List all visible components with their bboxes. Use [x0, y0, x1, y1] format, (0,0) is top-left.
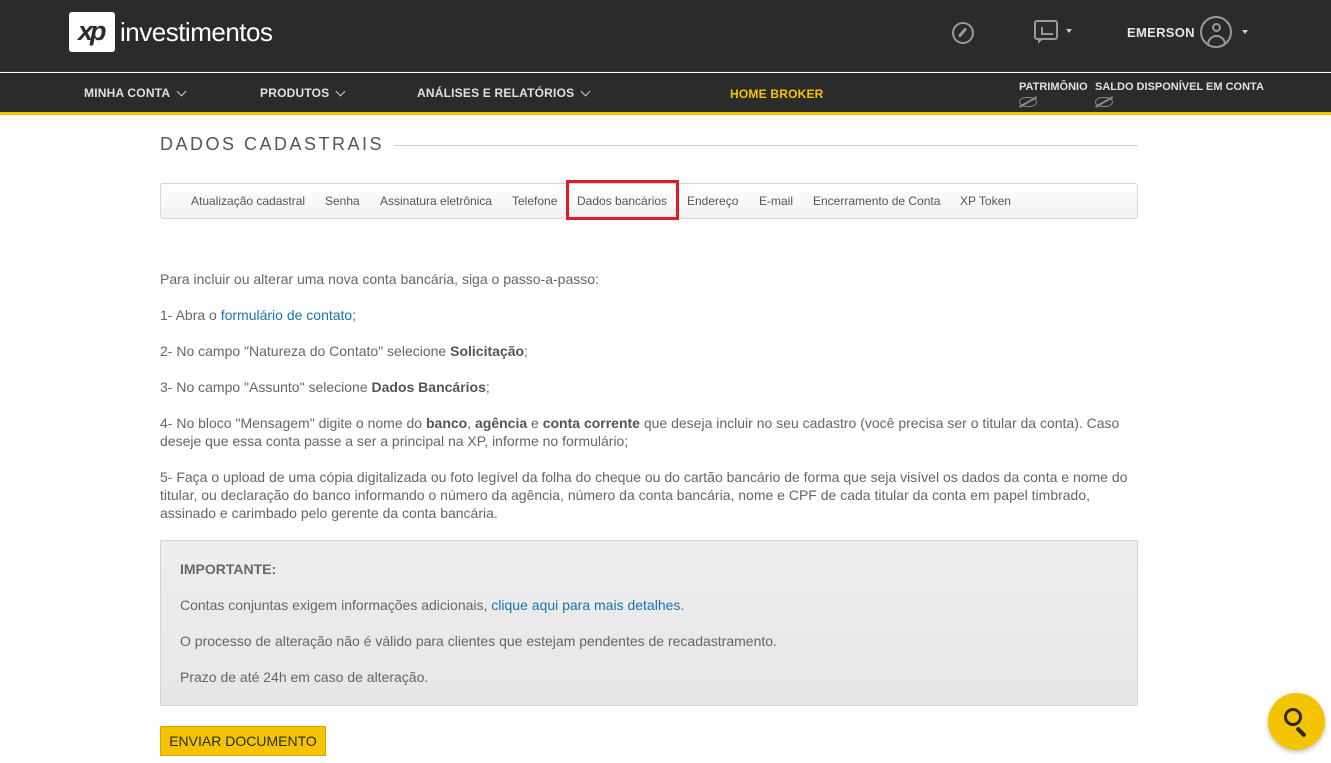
user-menu-caret-icon[interactable]: [1242, 30, 1248, 34]
step-3: 3- No campo "Assunto" selecione Dados Ba…: [160, 378, 1138, 396]
step-5: 5- Faça o upload de uma cópia digitaliza…: [160, 469, 1128, 521]
notice-line-1-prefix: Contas conjuntas exigem informações adic…: [180, 597, 492, 613]
chevron-down-icon: [580, 86, 591, 96]
nav-analises-label: ANÁLISES E RELATÓRIOS: [417, 86, 575, 100]
saldo-balance: SALDO DISPONÍVEL EM CONTA: [1095, 81, 1264, 107]
contact-form-link[interactable]: formulário de contato: [221, 307, 353, 323]
chat-caret-icon[interactable]: [1066, 29, 1072, 33]
avatar-icon[interactable]: [1200, 16, 1232, 48]
notice-heading: IMPORTANTE:: [180, 561, 276, 577]
step-4-a: 4- No bloco "Mensagem" digite o nome do: [160, 415, 426, 431]
step-2: 2- No campo "Natureza do Contato" seleci…: [160, 342, 1138, 360]
nav-home-broker[interactable]: HOME BROKER: [730, 87, 824, 101]
title-divider: [367, 145, 1138, 146]
top-header: xp investimentos EMERSON: [0, 0, 1331, 72]
step-4-d: e: [527, 415, 543, 431]
tab-endereco[interactable]: Endereço: [687, 194, 738, 208]
page-title-row: DADOS CADASTRAIS: [160, 134, 1138, 156]
step-2-suffix: ;: [524, 343, 528, 359]
tab-dados-bancarios[interactable]: Dados bancários: [577, 194, 667, 208]
step-4-banco: banco: [425, 415, 468, 431]
avatar-body: [1207, 35, 1226, 46]
tab-email[interactable]: E-mail: [759, 194, 793, 208]
intro-text: Para incluir ou alterar uma nova conta b…: [160, 271, 599, 287]
notice-line-1-suffix: .: [680, 597, 685, 613]
avatar-head: [1212, 23, 1221, 32]
main-nav: MINHA CONTA PRODUTOS ANÁLISES E RELATÓRI…: [0, 73, 1331, 115]
step-1-suffix: ;: [352, 307, 357, 323]
step-4-conta-corrente: conta corrente: [542, 415, 640, 431]
page-title: DADOS CADASTRAIS: [160, 134, 395, 155]
nav-produtos[interactable]: PRODUTOS: [260, 86, 346, 100]
tab-encerramento-de-conta[interactable]: Encerramento de Conta: [813, 194, 940, 208]
search-icon-handle: [1295, 726, 1307, 738]
chat-icon-tail: [1038, 38, 1044, 44]
tab-atualizacao-cadastral[interactable]: Atualização cadastral: [191, 194, 305, 208]
notice-heading-text: IMPORTANTE:: [180, 561, 277, 577]
tab-xp-token[interactable]: XP Token: [960, 194, 1011, 208]
chevron-down-icon: [176, 86, 187, 96]
nav-minha-conta[interactable]: MINHA CONTA: [84, 86, 187, 100]
nav-analises[interactable]: ANÁLISES E RELATÓRIOS: [417, 86, 591, 100]
joint-accounts-details-link[interactable]: clique aqui para mais detalhes: [491, 597, 680, 613]
patrimonio-balance: PATRIMÔNIO: [1019, 81, 1088, 107]
step-2-prefix: 2- No campo "Natureza do Contato" seleci…: [160, 343, 451, 359]
logo-text: investimentos: [120, 16, 273, 47]
step-4: 4- No bloco "Mensagem" digite o nome do …: [160, 414, 1138, 450]
step-3-bold: Dados Bancários: [371, 379, 486, 395]
tab-senha[interactable]: Senha: [325, 194, 360, 208]
eye-hidden-icon[interactable]: [1095, 97, 1113, 107]
chat-icon-box: [1034, 20, 1058, 40]
step-1-prefix: 1- Abra o: [160, 307, 221, 323]
important-notice: IMPORTANTE: Contas conjuntas exigem info…: [160, 540, 1138, 706]
eye-hidden-icon[interactable]: [1019, 97, 1037, 107]
send-document-button[interactable]: ENVIAR DOCUMENTO: [160, 726, 326, 756]
notice-line-3: Prazo de até 24h em caso de alteração.: [180, 669, 429, 685]
nav-produtos-label: PRODUTOS: [260, 86, 330, 100]
nav-minha-conta-label: MINHA CONTA: [84, 86, 171, 100]
step-3-prefix: 3- No campo "Assunto" selecione: [160, 379, 372, 395]
tab-assinatura-eletronica[interactable]: Assinatura eletrônica: [380, 194, 492, 208]
xp-logo[interactable]: xp investimentos: [69, 12, 273, 52]
chat-icon[interactable]: [1034, 20, 1058, 44]
step-1: 1- Abra o formulário de contato;: [160, 306, 1138, 324]
tab-telefone[interactable]: Telefone: [512, 194, 557, 208]
notice-line-1: Contas conjuntas exigem informações adic…: [180, 597, 684, 613]
step-4-agencia: agência: [475, 415, 528, 431]
patrimonio-label: PATRIMÔNIO: [1019, 81, 1088, 93]
settings-tabs: Atualização cadastral Senha Assinatura e…: [160, 180, 1138, 220]
search-fab-button[interactable]: [1268, 693, 1325, 750]
logo-mark: xp: [69, 12, 115, 52]
saldo-label: SALDO DISPONÍVEL EM CONTA: [1095, 81, 1264, 93]
step-3-suffix: ;: [485, 379, 490, 395]
step-4-c: ,: [467, 415, 475, 431]
chevron-down-icon: [335, 86, 346, 96]
compass-icon[interactable]: [952, 22, 974, 44]
notice-line-2: O processo de alteração não é válido par…: [180, 633, 777, 649]
logo-mark-text: xp: [78, 16, 106, 46]
step-2-bold: Solicitação: [450, 343, 525, 359]
search-icon: [1284, 708, 1302, 726]
user-name[interactable]: EMERSON: [1127, 25, 1195, 40]
